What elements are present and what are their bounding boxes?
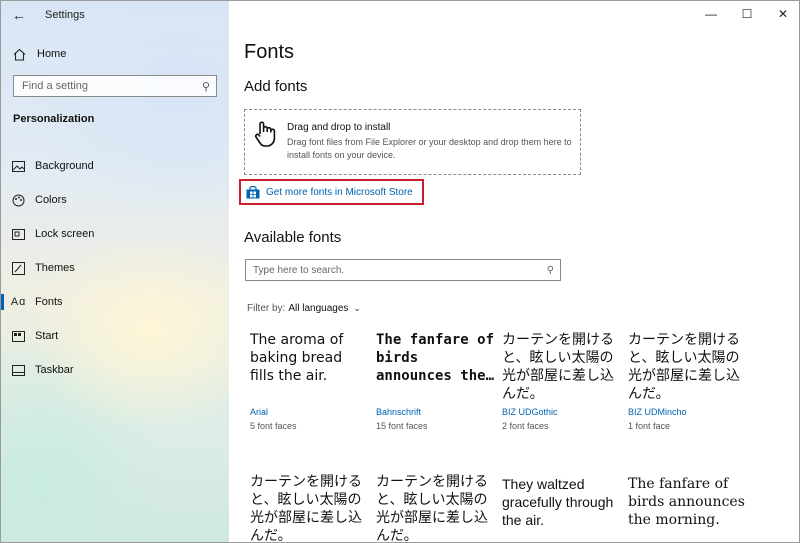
available-fonts-heading: Available fonts [244,229,342,246]
back-arrow-icon: ← [12,7,26,23]
page-title: Fonts [244,41,295,63]
font-faces-count: 1 font face [628,421,671,431]
font-card-biz-udmincho[interactable]: カーテンを開けると、眩しい太陽の光が部屋に差し込んだ。 BIZ UDMincho… [628,331,746,431]
font-sample: カーテンを開けると、眩しい太陽の光が部屋に差し込んだ。 [628,332,740,402]
search-icon[interactable]: ⚲ [202,80,210,93]
window-controls: — ☐ ✕ [693,1,799,29]
search-icon[interactable]: ⚲ [547,265,554,276]
minimize-icon: — [705,7,717,21]
sidebar-item-lock-screen[interactable]: Lock screen [1,217,229,251]
font-icon: A ɑ [10,296,26,308]
maximize-button[interactable]: ☐ [729,1,765,27]
brush-icon [1,261,35,275]
font-name: BIZ UDGothic [502,407,558,417]
sidebar: ← Settings Home ⚲ Personalization Backgr… [1,1,229,542]
sidebar-item-background[interactable]: Background [1,149,229,183]
chevron-down-icon: ⌄ [353,303,361,313]
back-button[interactable]: ← [1,1,37,29]
font-sample: The fanfare of birds announces the morni… [628,476,745,528]
sidebar-item-label: Colors [35,194,67,206]
start-icon [1,330,35,342]
font-search-box[interactable]: ⚲ [245,259,561,281]
font-faces-count: 2 font faces [502,421,549,431]
sidebar-item-start[interactable]: Start [1,319,229,353]
font-search-input[interactable] [253,264,547,276]
font-sample: The aroma of baking bread fills the air. [250,332,344,384]
font-drop-zone[interactable]: Drag and drop to install Drag font files… [244,109,581,175]
sidebar-item-home[interactable]: Home [1,41,229,67]
store-bag-icon [246,185,260,198]
add-fonts-heading: Add fonts [244,78,308,95]
font-name: BIZ UDMincho [628,407,687,417]
font-card-bahnschrift[interactable]: The fanfare of birds announces the… Bahn… [376,331,494,431]
section-title: Personalization [13,113,95,125]
settings-window: ← Settings Home ⚲ Personalization Backgr… [0,0,800,543]
store-link-text: Get more fonts in Microsoft Store [266,186,413,198]
font-sample: カーテンを開けると、眩しい太陽の光が部屋に差し込んだ。 [376,474,488,543]
sidebar-item-label: Lock screen [35,228,95,240]
sidebar-item-taskbar[interactable]: Taskbar [1,353,229,387]
lock-screen-icon [1,228,35,240]
filter-label: Filter by: [247,303,286,314]
find-setting-search[interactable]: ⚲ [13,75,217,97]
sidebar-item-label: Background [35,160,94,172]
font-card-biz-udgothic[interactable]: カーテンを開けると、眩しい太陽の光が部屋に差し込んだ。 BIZ UDGothic… [502,331,620,431]
app-title: Settings [45,9,85,21]
sidebar-item-label: Themes [35,262,75,274]
drop-zone-title: Drag and drop to install [287,122,391,133]
close-button[interactable]: ✕ [765,1,799,27]
drop-zone-description: Drag font files from File Explorer or yo… [287,137,572,160]
minimize-button[interactable]: — [693,1,729,27]
sidebar-item-label: Taskbar [35,364,74,376]
close-icon: ✕ [777,7,789,21]
image-icon [1,160,35,172]
font-card-arial[interactable]: The aroma of baking bread fills the air.… [250,331,368,431]
font-faces-count: 5 font faces [250,421,297,431]
sidebar-nav: Background Colors Lock screen Themes A ɑ… [1,149,229,387]
hand-cursor-icon [254,121,276,147]
home-icon [1,48,37,61]
taskbar-icon [1,364,35,376]
maximize-icon: ☐ [741,7,753,21]
sidebar-item-colors[interactable]: Colors [1,183,229,217]
home-label: Home [37,48,67,60]
title-bar: ← Settings [1,1,229,29]
sidebar-item-label: Fonts [35,296,63,308]
find-setting-input[interactable] [22,80,202,92]
font-sample: The fanfare of birds announces the… [376,332,494,384]
sidebar-item-label: Start [35,330,59,342]
font-faces-count: 15 font faces [376,421,428,431]
font-sample: カーテンを開けると、眩しい太陽の光が部屋に差し込んだ。 [250,474,362,543]
font-name: Bahnschrift [376,407,422,417]
microsoft-store-link[interactable]: Get more fonts in Microsoft Store [239,179,424,205]
font-card[interactable]: They waltzed gracefully through the air. [502,475,620,542]
filter-value: All languages [288,303,349,314]
font-card[interactable]: The fanfare of birds announces the morni… [628,475,746,542]
font-name: Arial [250,407,269,417]
font-sample: カーテンを開けると、眩しい太陽の光が部屋に差し込んだ。 [502,332,614,402]
font-card[interactable]: カーテンを開けると、眩しい太陽の光が部屋に差し込んだ。 [250,473,368,543]
main-content: — ☐ ✕ Fonts Add fonts Drag and drop to i… [229,1,799,543]
sidebar-item-fonts[interactable]: A ɑ Fonts [1,285,229,319]
palette-icon [1,194,35,207]
language-filter[interactable]: Filter by: All languages ⌄ [247,303,361,314]
font-card[interactable]: カーテンを開けると、眩しい太陽の光が部屋に差し込んだ。 [376,473,494,543]
sidebar-item-themes[interactable]: Themes [1,251,229,285]
font-sample: They waltzed gracefully through the air. [502,476,614,528]
